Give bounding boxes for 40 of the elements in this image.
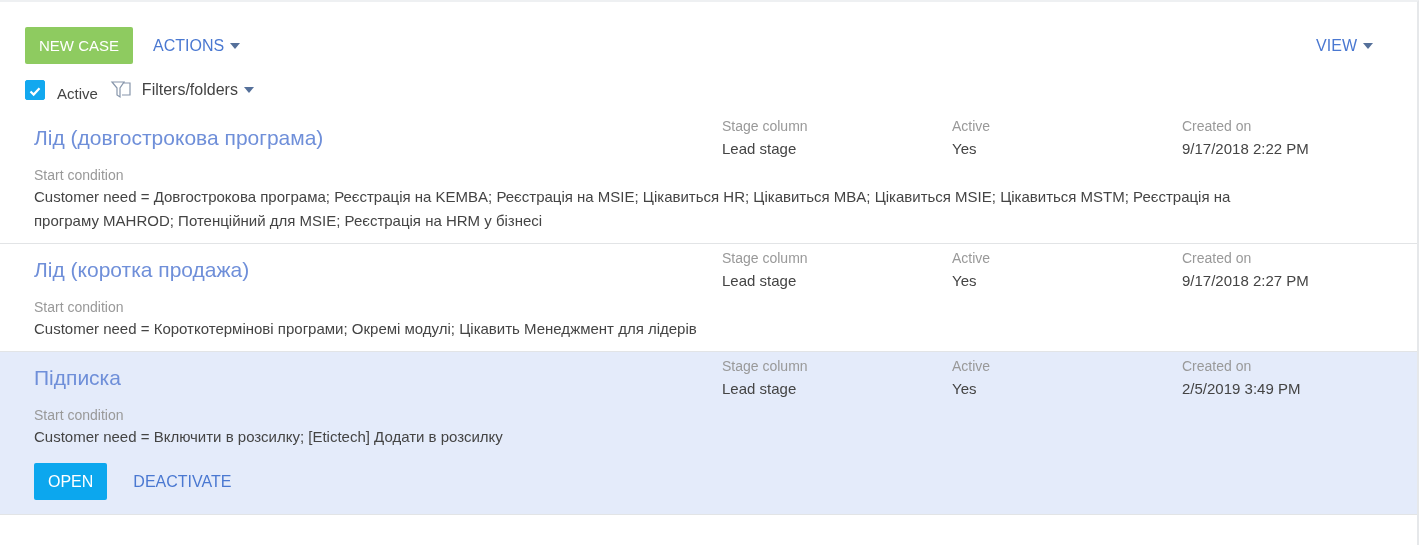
field-value: Lead stage [722, 380, 798, 397]
field-label: Created on [1182, 118, 1253, 134]
field-value: 9/17/2018 2:27 PM [1182, 272, 1310, 289]
filters-folders-menu[interactable]: Filters/folders [137, 75, 258, 105]
field-value: 2/5/2019 3:49 PM [1182, 380, 1302, 397]
field-label: Stage column [722, 358, 809, 374]
actions-menu[interactable]: ACTIONS [145, 30, 249, 61]
caret-icon [230, 42, 241, 49]
active-checkbox[interactable] [25, 80, 45, 100]
field-value: Yes [952, 140, 978, 157]
field-label: Start condition [34, 299, 125, 315]
field-value: 9/17/2018 2:22 PM [1182, 140, 1310, 157]
field-label: Created on [1182, 250, 1253, 266]
selected-record-row[interactable]: Підписка Stage column Lead stage Active Yes Created on 2/5/2019 3:49 PM Start condition Customer need = Включити в розсилку; [Etictech] Додати в розсилку OPEN DEACTIVATE [0, 352, 1417, 515]
record-title[interactable]: Підписка [34, 366, 121, 389]
start-condition-text: Customer need = Включити в розсилку; [Etictech] Додати в розсилку [34, 427, 504, 447]
field-value: Yes [952, 380, 978, 397]
open-button[interactable]: OPEN [34, 463, 108, 500]
field-label: Stage column [722, 250, 809, 266]
start-condition-text: Customer need = Довгострокова програма; Реєстрація на KEMBA; Реєстрація на MSIE; Цікавиться HR; Цікавиться MBA; Цікавиться MSIE; Цікавиться MSTM; Реєстрація на програму MAHROD; Потенційний для MSIE; Реєстрація на HRM у бізнесі [34, 187, 1232, 231]
field-label: Active [952, 250, 992, 266]
field-label: Start condition [34, 167, 125, 183]
field-label: Start condition [34, 407, 125, 423]
record-title[interactable]: Лід (довгострокова програма) [34, 126, 324, 149]
field-label: Created on [1182, 358, 1253, 374]
record-title[interactable]: Лід (коротка продажа) [34, 258, 250, 281]
view-menu[interactable]: VIEW [1308, 30, 1381, 61]
caret-icon [1363, 42, 1373, 49]
filter-icon [109, 79, 132, 101]
caret-icon [243, 87, 254, 93]
field-label: Stage column [722, 118, 809, 134]
field-label: Active [952, 118, 992, 134]
field-value: Lead stage [722, 272, 798, 289]
active-label: Active [57, 84, 98, 102]
field-value: Lead stage [722, 140, 798, 157]
field-value: Yes [952, 272, 978, 289]
start-condition-text: Customer need = Короткотермінові програми; Окремі модулі; Цікавить Менеджмент для лідерів [34, 319, 698, 339]
field-label: Active [952, 358, 992, 374]
deactivate-button[interactable]: DEACTIVATE [117, 463, 248, 500]
new-case-button[interactable]: NEW CASE [25, 27, 133, 64]
